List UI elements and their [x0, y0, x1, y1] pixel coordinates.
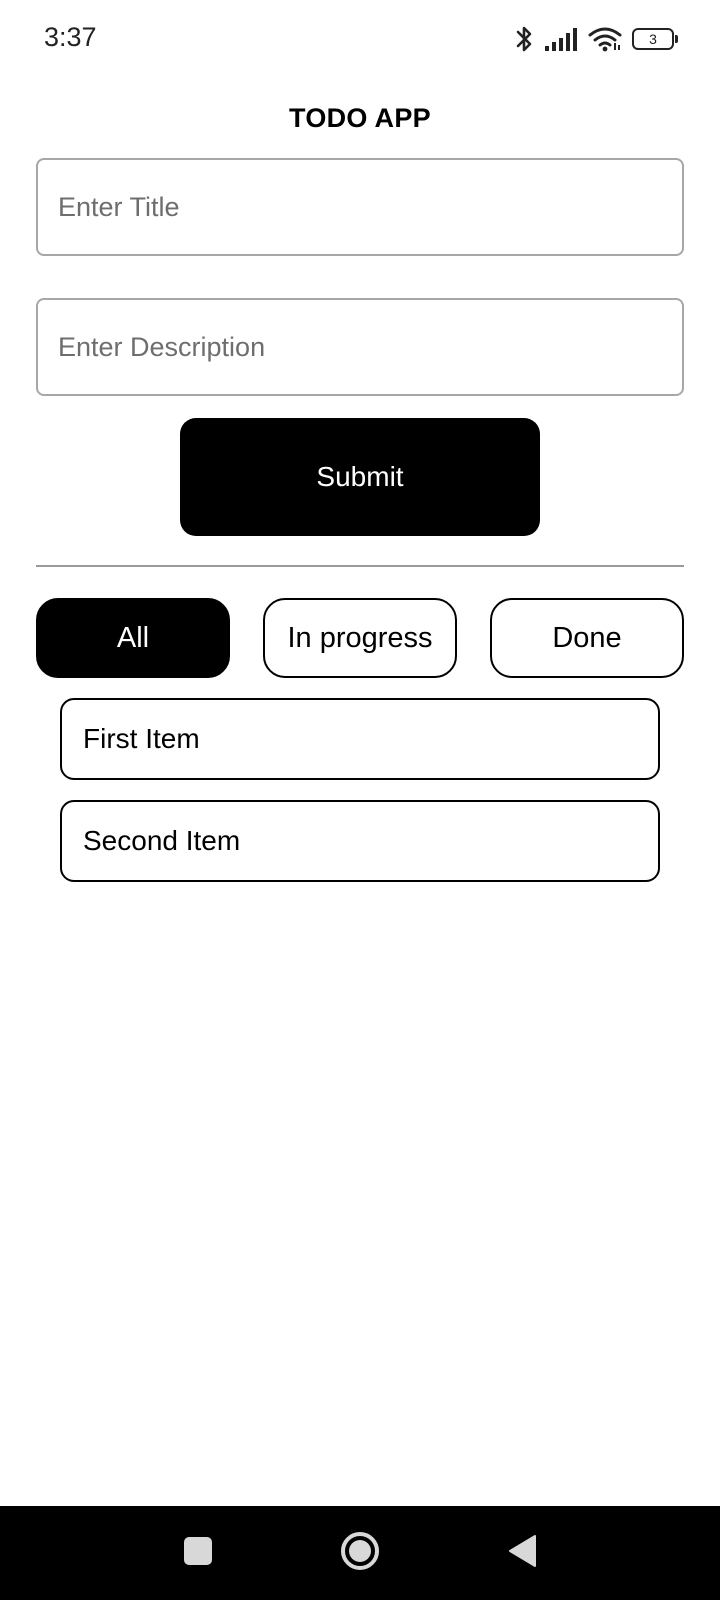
home-icon — [340, 1531, 380, 1576]
submit-button[interactable]: Submit — [180, 418, 540, 536]
app-title: TODO APP — [289, 103, 431, 133]
title-input[interactable] — [36, 158, 684, 256]
navigation-bar — [0, 1506, 720, 1600]
back-icon — [507, 1534, 537, 1573]
recents-icon — [183, 1536, 213, 1571]
todo-item[interactable]: Second Item — [60, 800, 660, 882]
todo-item[interactable]: First Item — [60, 698, 660, 780]
battery-icon: 3 — [632, 28, 678, 50]
signal-icon — [544, 27, 578, 51]
todo-item-title: Second Item — [83, 825, 241, 856]
home-button[interactable] — [315, 1506, 405, 1600]
back-button[interactable] — [477, 1506, 567, 1600]
status-time: 3:37 — [44, 22, 97, 52]
description-input[interactable] — [36, 298, 684, 396]
filter-tab-done[interactable]: Done — [490, 598, 684, 678]
battery-level: 3 — [649, 31, 657, 47]
recents-button[interactable] — [153, 1506, 243, 1600]
status-bar: 3:37 3 — [0, 0, 720, 78]
divider — [36, 565, 684, 567]
filter-tab-in-progress[interactable]: In progress — [263, 598, 457, 678]
todo-item-title: First Item — [83, 723, 200, 754]
filter-tab-all[interactable]: All — [36, 598, 230, 678]
wifi-icon — [588, 26, 622, 52]
status-icons: 3 — [514, 22, 678, 56]
bluetooth-icon — [514, 24, 534, 54]
